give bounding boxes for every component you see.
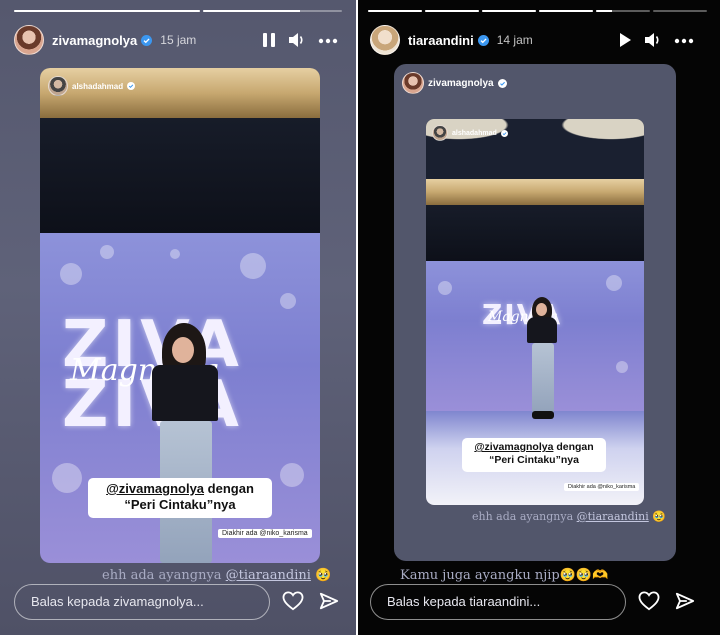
- sticker-text: dengan: [553, 441, 594, 453]
- credit-sticker[interactable]: Diakhir ada @niko_karisma: [218, 529, 312, 538]
- bokeh-light: [170, 249, 180, 259]
- story-header: tiaraandini 14 jam: [358, 24, 720, 56]
- story-header: zivamagnolya 15 jam: [0, 24, 356, 56]
- verified-badge-icon: [127, 82, 136, 90]
- volume-icon[interactable]: [641, 28, 665, 52]
- progress-segment: [203, 10, 342, 12]
- verified-badge-icon: [141, 34, 153, 46]
- avatar[interactable]: [14, 25, 44, 55]
- mention-sticker[interactable]: @zivamagnolya dengan “Peri Cintaku”nya: [462, 438, 606, 472]
- progress-fill: [482, 10, 536, 12]
- reshared-username: zivamagnolya: [428, 77, 494, 89]
- avatar: [48, 76, 68, 96]
- pause-icon[interactable]: [257, 28, 281, 52]
- avatar: [432, 125, 448, 141]
- bokeh-light: [606, 275, 622, 291]
- story-progress: [14, 10, 342, 12]
- story-caption: ehh ada ayangnya @tiaraandini 🥹: [102, 568, 331, 583]
- stage-lights: [426, 179, 644, 205]
- heart-icon[interactable]: [280, 588, 306, 614]
- more-icon[interactable]: [672, 28, 696, 52]
- caption-emoji: 🥹: [652, 510, 666, 523]
- mention-sticker[interactable]: @zivamagnolya dengan “Peri Cintaku”nya: [88, 478, 272, 518]
- progress-fill: [596, 10, 613, 12]
- singer: [526, 297, 560, 419]
- verified-badge-icon: [497, 78, 507, 88]
- story-username[interactable]: zivamagnolya: [52, 33, 137, 48]
- story-caption: Kamu juga ayangku njip🥹🥹🫶: [400, 568, 608, 583]
- avatar[interactable]: [370, 25, 400, 55]
- inner-story-header: alshadahmad: [432, 125, 508, 141]
- verified-badge-icon: [477, 34, 489, 46]
- sticker-line2: “Peri Cintaku”nya: [124, 496, 236, 512]
- sticker-mention[interactable]: @zivamagnolya: [106, 481, 204, 496]
- inner-username: alshadahmad: [72, 81, 124, 91]
- caption-text: Kamu juga ayangku njip: [400, 568, 560, 583]
- story-time: 14 jam: [496, 33, 533, 47]
- inner-story-header: alshadahmad: [48, 76, 136, 96]
- bokeh-light: [438, 281, 452, 295]
- progress-segment: [653, 10, 707, 12]
- send-icon[interactable]: [672, 588, 698, 614]
- send-icon[interactable]: [316, 588, 342, 614]
- story-viewer-right: tiaraandini 14 jam zivamagnolya alshadah…: [358, 0, 720, 635]
- avatar: [402, 72, 424, 94]
- sticker-text: dengan: [204, 481, 254, 496]
- more-icon[interactable]: [316, 28, 340, 52]
- progress-fill: [14, 10, 200, 12]
- story-username[interactable]: tiaraandini: [408, 33, 474, 48]
- bokeh-light: [280, 463, 304, 487]
- progress-segment: [596, 10, 650, 12]
- progress-fill: [425, 10, 479, 12]
- reshared-header: zivamagnolya: [402, 72, 507, 94]
- bokeh-light: [100, 245, 114, 259]
- play-icon[interactable]: [613, 28, 637, 52]
- stage-background: [426, 205, 644, 261]
- caption-text: ehh ada ayangnya: [472, 510, 577, 523]
- credit-sticker[interactable]: Diakhir ada @niko_karisma: [564, 483, 640, 491]
- verified-badge-icon: [500, 129, 508, 137]
- shared-story-frame[interactable]: alshadahmad ZIVA Magnolya @zivamagnolya …: [426, 119, 644, 505]
- sticker-mention[interactable]: @zivamagnolya: [474, 441, 553, 453]
- bokeh-light: [60, 263, 82, 285]
- progress-fill: [203, 10, 301, 12]
- progress-segment: [14, 10, 200, 12]
- story-viewer-left: zivamagnolya 15 jam alshadahmad ZIVA Mag…: [0, 0, 356, 635]
- progress-fill: [539, 10, 593, 12]
- reply-input[interactable]: Balas kepada tiaraandini...: [370, 584, 626, 620]
- shared-story-frame[interactable]: alshadahmad ZIVA ZIVA Magnolya @zivamagn…: [40, 68, 320, 563]
- bokeh-light: [52, 463, 82, 493]
- caption-mention[interactable]: @tiaraandini: [226, 568, 311, 583]
- story-progress: [368, 10, 710, 12]
- heart-icon[interactable]: [636, 588, 662, 614]
- singer: [150, 323, 230, 563]
- caption-text: ehh ada ayangnya: [102, 568, 226, 583]
- caption-emoji: 🥹: [315, 568, 332, 583]
- progress-segment: [368, 10, 422, 12]
- sticker-line2: “Peri Cintaku”nya: [489, 453, 579, 466]
- reply-input[interactable]: Balas kepada zivamagnolya...: [14, 584, 270, 620]
- caption-emoji: 🥹🥹🫶: [559, 568, 609, 583]
- reshared-caption: ehh ada ayangnya @tiaraandini 🥹: [472, 510, 666, 523]
- stage-background: [40, 118, 320, 233]
- progress-segment: [539, 10, 593, 12]
- bokeh-light: [616, 361, 628, 373]
- progress-segment: [425, 10, 479, 12]
- bokeh-light: [240, 253, 266, 279]
- progress-segment: [482, 10, 536, 12]
- bokeh-light: [280, 293, 296, 309]
- reshared-story-card[interactable]: zivamagnolya alshadahmad ZIVA Magnolya @…: [394, 64, 676, 561]
- progress-fill: [368, 10, 422, 12]
- caption-mention[interactable]: @tiaraandini: [577, 510, 649, 523]
- story-time: 15 jam: [160, 33, 197, 47]
- inner-username: alshadahmad: [452, 129, 497, 137]
- volume-icon[interactable]: [285, 28, 309, 52]
